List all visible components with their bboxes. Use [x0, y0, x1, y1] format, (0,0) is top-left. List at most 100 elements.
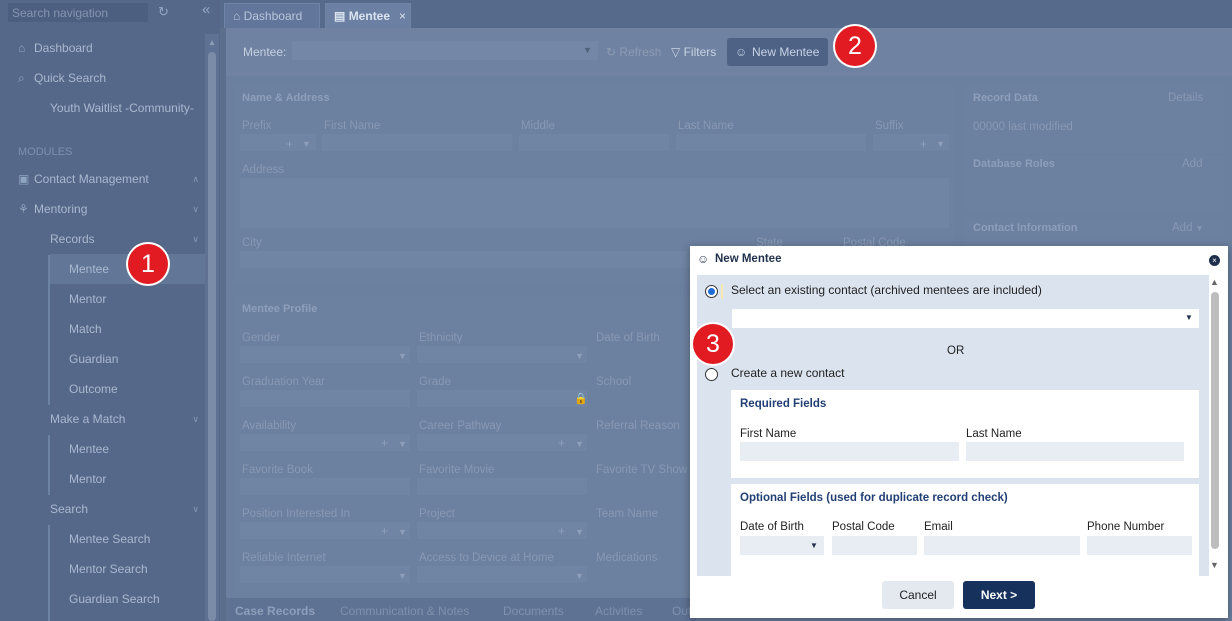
reliable-internet-select[interactable]	[240, 566, 410, 583]
scroll-down-icon[interactable]: ▼	[1210, 560, 1219, 570]
sidebar-item-records-mentee[interactable]: Mentee	[50, 254, 205, 284]
tab-communication-notes[interactable]: Communication & Notes	[340, 604, 469, 618]
add-icon[interactable]: +	[558, 436, 565, 450]
new-contact-radio[interactable]	[705, 368, 718, 381]
home-icon: ⌂	[233, 9, 241, 23]
sidebar-item-records-match[interactable]: Match	[0, 314, 205, 344]
collapse-icon[interactable]: «	[202, 2, 210, 17]
existing-contact-select[interactable]	[732, 309, 1199, 328]
new-mentee-button[interactable]: ☺ New Mentee	[727, 38, 828, 66]
mentee-select[interactable]	[292, 41, 598, 60]
new-contact-label: Create a new contact	[731, 366, 845, 380]
nav-search-input[interactable]	[8, 3, 148, 22]
step-badge-3: 3	[693, 324, 733, 364]
tab-activities[interactable]: Activities	[595, 604, 642, 618]
existing-contact-radio[interactable]	[705, 285, 718, 298]
sidebar-item-mentoring[interactable]: ⚘ Mentoring ∨	[0, 194, 205, 224]
caret-down-icon: ▼	[575, 571, 584, 581]
postal-code-input[interactable]	[832, 536, 917, 555]
add-icon[interactable]: +	[381, 436, 388, 450]
add-contact-dropdown[interactable]: Add ▼	[1172, 222, 1204, 234]
scroll-up-icon[interactable]: ▲	[1210, 277, 1219, 287]
gender-select[interactable]	[240, 346, 410, 363]
email-input[interactable]	[924, 536, 1080, 555]
caret-down-icon: ▼	[936, 139, 945, 149]
add-icon[interactable]: +	[286, 137, 293, 151]
last-name-input[interactable]	[676, 134, 866, 151]
device-access-select[interactable]	[417, 566, 587, 583]
sidebar-item-records[interactable]: Records ∨	[0, 224, 205, 254]
sidebar-item-guardian-search[interactable]: Guardian Search	[0, 584, 205, 614]
chevron-down-icon: ∨	[192, 504, 199, 514]
sidebar-item-youth-waitlist[interactable]: Youth Waitlist -Community-	[0, 93, 205, 123]
existing-contact-label: Select an existing contact (archived men…	[731, 283, 1042, 297]
tab-dashboard[interactable]: ⌂ Dashboard	[224, 3, 320, 28]
refresh-button[interactable]: ↻ Refresh	[606, 45, 661, 59]
chevron-down-icon: ∨	[192, 414, 199, 424]
contact-info-header: Contact Information	[973, 222, 1078, 234]
mentee-profile-panel: Mentee Profile Gender Ethnicity Date of …	[234, 296, 694, 596]
first-name-input[interactable]	[322, 134, 512, 151]
grade-input[interactable]	[417, 390, 587, 407]
next-button[interactable]: Next >	[963, 581, 1035, 609]
sidebar-item-match-mentor[interactable]: Mentor	[0, 464, 205, 494]
sidebar-item-records-outcome[interactable]: Outcome	[0, 374, 205, 404]
add-icon[interactable]: +	[558, 524, 565, 538]
search-icon: ⌕	[18, 71, 25, 85]
database-roles-panel: Database Roles Add	[965, 156, 1225, 212]
mentee-label: Mentee:	[243, 45, 287, 59]
last-modified-text: 00000 last modified	[973, 121, 1073, 133]
sidebar-item-mentor-search[interactable]: Mentor Search	[0, 554, 205, 584]
graduation-year-input[interactable]	[240, 390, 410, 407]
sidebar-item-records-mentor[interactable]: Mentor	[0, 284, 205, 314]
name-address-header: Name & Address	[242, 92, 330, 104]
form-icon: ▤	[334, 9, 346, 23]
add-role-link[interactable]: Add	[1182, 158, 1202, 170]
handshake-icon: ⚘	[18, 202, 29, 216]
sidebar-item-mentee-search[interactable]: Mentee Search	[0, 524, 205, 554]
scroll-up-icon[interactable]: ▲	[208, 38, 216, 47]
add-user-icon: ☺	[697, 252, 710, 266]
add-icon[interactable]: +	[920, 137, 927, 151]
refresh-icon[interactable]: ↻	[158, 5, 169, 19]
last-name-input[interactable]	[966, 442, 1184, 461]
sidebar-item-records-guardian[interactable]: Guardian	[0, 344, 205, 374]
tab-out[interactable]: Out	[672, 604, 691, 618]
ethnicity-select[interactable]	[417, 346, 587, 363]
filters-button[interactable]: ▽ Filters	[671, 45, 716, 59]
tab-mentee[interactable]: ▤ Mentee ×	[325, 3, 411, 28]
lock-icon: 🔒	[574, 393, 588, 405]
sidebar-item-match-mentee[interactable]: Mentee	[0, 434, 205, 464]
favorite-movie-input[interactable]	[417, 478, 587, 495]
tab-documents[interactable]: Documents	[503, 604, 564, 618]
phone-number-input[interactable]	[1087, 536, 1192, 555]
sidebar-scroll-thumb[interactable]	[208, 52, 216, 621]
sidebar-item-contact-management[interactable]: ▣ Contact Management ∧	[0, 164, 205, 194]
close-icon[interactable]: ×	[1209, 255, 1220, 266]
tab-case-records[interactable]: Case Records	[235, 604, 315, 618]
modal-body: Select an existing contact (archived men…	[697, 275, 1209, 576]
modal-title: New Mentee	[715, 253, 782, 265]
step-badge-2: 2	[835, 26, 875, 66]
tab-bar: ⌂ Dashboard ▤ Mentee ×	[220, 0, 1232, 28]
record-data-header: Record Data	[973, 92, 1038, 104]
address-textarea[interactable]	[240, 178, 949, 228]
add-icon[interactable]: +	[381, 524, 388, 538]
caret-down-icon: ▼	[398, 527, 407, 537]
city-input[interactable]	[240, 251, 740, 268]
sidebar-item-make-a-match[interactable]: Make a Match ∨	[0, 404, 205, 434]
sidebar-item-dashboard[interactable]: ⌂ Dashboard	[0, 33, 205, 63]
sidebar-item-search[interactable]: Search ∨	[0, 494, 205, 524]
mentee-profile-header: Mentee Profile	[242, 303, 318, 315]
database-roles-header: Database Roles	[973, 158, 1055, 170]
modal-scroll-thumb[interactable]	[1211, 292, 1219, 549]
first-name-input[interactable]	[740, 442, 959, 461]
details-link[interactable]: Details	[1168, 92, 1203, 104]
favorite-book-input[interactable]	[240, 478, 410, 495]
middle-input[interactable]	[519, 134, 669, 151]
cancel-button[interactable]: Cancel	[882, 581, 954, 609]
sidebar-item-quick-search[interactable]: ⌕ Quick Search	[0, 63, 205, 93]
close-tab-icon[interactable]: ×	[399, 4, 406, 28]
caret-down-icon: ▼	[398, 571, 407, 581]
caret-down-icon: ▼	[583, 45, 592, 55]
